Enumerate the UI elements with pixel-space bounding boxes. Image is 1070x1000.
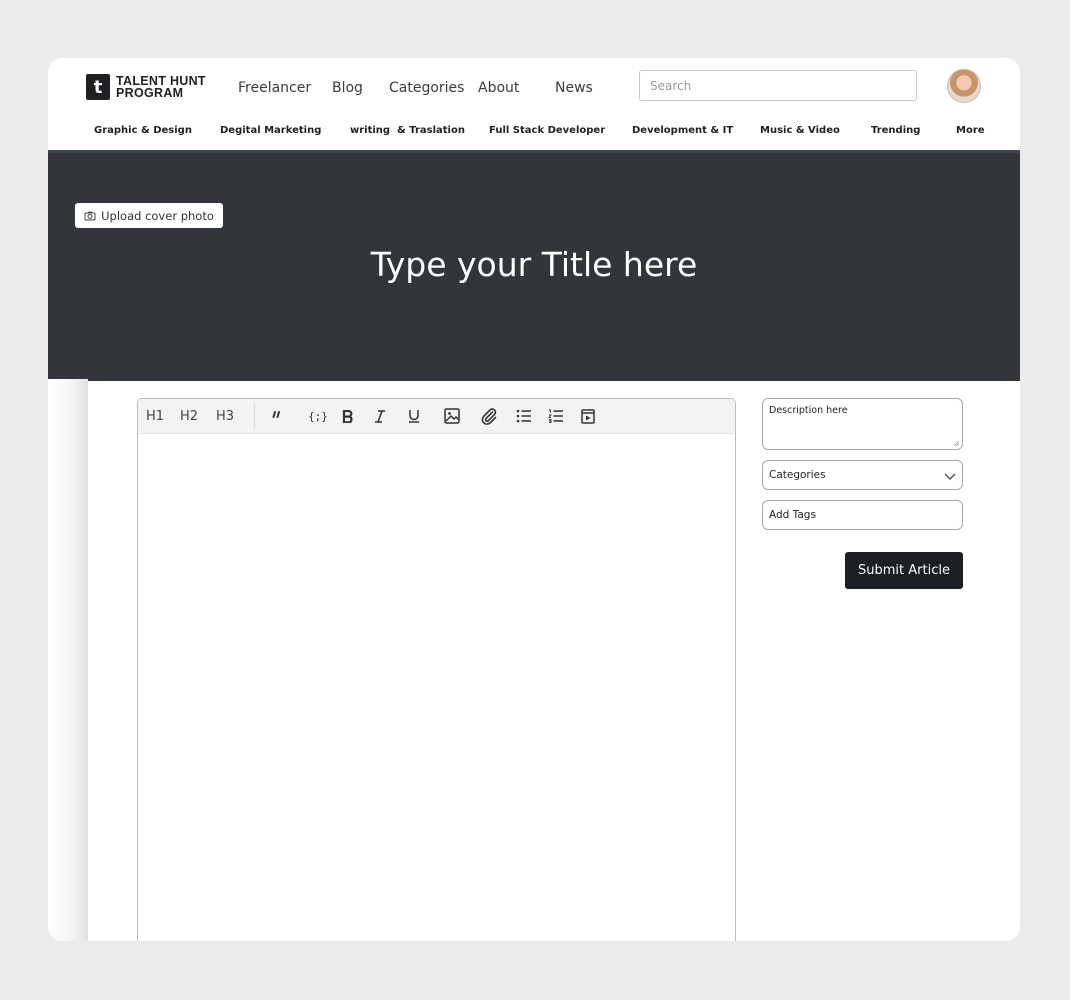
underline-button[interactable] <box>404 399 424 433</box>
bold-button[interactable] <box>338 399 358 433</box>
camera-icon <box>84 211 96 220</box>
logo-line-2: PROGRAM <box>116 86 184 100</box>
video-embed-icon <box>581 408 595 424</box>
left-panel-edge <box>48 379 88 941</box>
category-bar: Graphic & Design Degital Marketing writi… <box>48 125 1020 145</box>
image-button[interactable] <box>441 399 463 433</box>
chevron-down-icon <box>944 473 956 481</box>
article-editor[interactable]: H1 H2 H3 {;} <box>137 398 736 941</box>
bullet-list-button[interactable] <box>514 399 534 433</box>
code-icon: {;} <box>308 409 328 423</box>
code-button[interactable]: {;} <box>308 399 328 433</box>
category-writing-translation[interactable]: writing & Traslation <box>350 125 465 136</box>
italic-icon <box>375 409 385 423</box>
embed-video-button[interactable] <box>578 399 598 433</box>
submit-article-button[interactable]: Submit Article <box>845 552 963 589</box>
category-development-it[interactable]: Development & IT <box>632 125 733 136</box>
heading-2-button[interactable]: H2 <box>178 399 200 433</box>
tags-placeholder: Add Tags <box>769 509 816 521</box>
upload-cover-label: Upload cover photo <box>101 208 214 223</box>
upload-cover-button[interactable]: Upload cover photo <box>75 203 223 228</box>
resize-grip-icon[interactable] <box>953 440 959 446</box>
logo-text: TALENT HUNT PROGRAM <box>116 75 206 100</box>
tags-input[interactable]: Add Tags <box>762 500 963 530</box>
underline-icon <box>409 410 419 423</box>
nav-about[interactable]: About <box>478 80 519 96</box>
nav-blog[interactable]: Blog <box>332 80 363 96</box>
italic-button[interactable] <box>370 399 390 433</box>
categories-select[interactable]: Categories <box>762 460 963 490</box>
attach-button[interactable] <box>478 399 500 433</box>
category-full-stack[interactable]: Full Stack Developer <box>489 125 605 136</box>
bold-icon <box>342 409 353 423</box>
brand-logo[interactable]: t TALENT HUNT PROGRAM <box>86 74 206 100</box>
toolbar-divider <box>254 404 255 428</box>
editor-toolbar: H1 H2 H3 {;} <box>138 399 735 434</box>
quote-icon <box>272 411 280 418</box>
description-field[interactable]: Description here <box>762 398 963 450</box>
numbered-list-button[interactable] <box>546 399 566 433</box>
category-trending[interactable]: Trending <box>871 125 920 136</box>
image-icon <box>444 408 460 424</box>
avatar[interactable] <box>947 69 981 103</box>
category-graphic-design[interactable]: Graphic & Design <box>94 125 192 136</box>
paperclip-icon <box>481 408 497 425</box>
category-more[interactable]: More <box>956 125 985 136</box>
numbered-list-icon <box>548 409 563 423</box>
page-card: t TALENT HUNT PROGRAM Freelancer Blog Ca… <box>48 58 1020 941</box>
description-placeholder: Description here <box>769 405 848 416</box>
title-input[interactable]: Type your Title here <box>48 245 1020 284</box>
nav-freelancer[interactable]: Freelancer <box>238 80 311 96</box>
quote-button[interactable] <box>268 399 288 433</box>
heading-3-button[interactable]: H3 <box>214 399 236 433</box>
category-digital-marketing[interactable]: Degital Marketing <box>220 125 321 136</box>
nav-news[interactable]: News <box>555 80 593 96</box>
categories-select-value: Categories <box>769 469 826 481</box>
category-music-video[interactable]: Music & Video <box>760 125 840 136</box>
bullet-list-icon <box>516 409 531 423</box>
search-input[interactable]: Search <box>639 70 917 101</box>
logo-mark: t <box>86 74 110 100</box>
nav-categories[interactable]: Categories <box>389 80 464 96</box>
heading-1-button[interactable]: H1 <box>144 399 166 433</box>
cover-area[interactable]: Upload cover photo Type your Title here <box>48 150 1020 381</box>
